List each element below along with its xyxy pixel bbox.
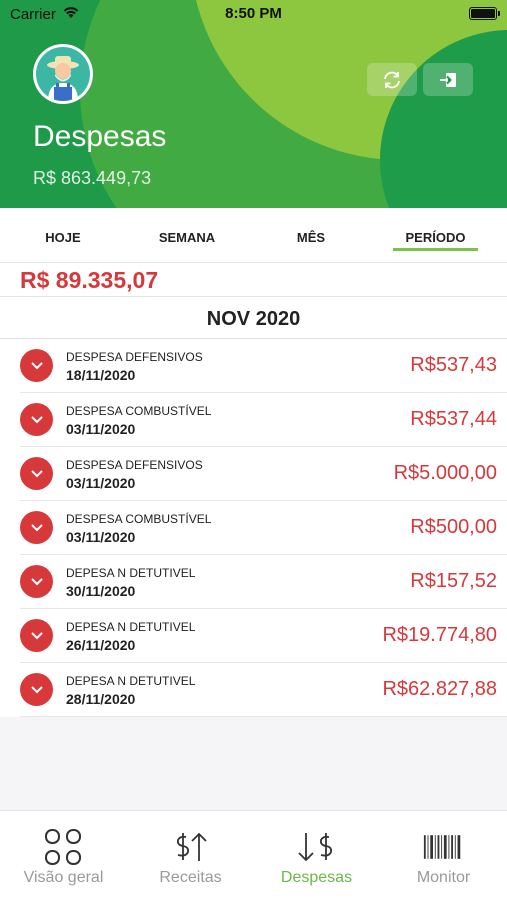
expense-name: DEPESA N DETUTIVEL (66, 674, 196, 688)
list-item[interactable]: DESPESA DEFENSIVOS 18/11/2020 R$537,43 (0, 339, 507, 393)
avatar[interactable] (33, 44, 93, 104)
battery-icon (469, 7, 500, 20)
expand-button[interactable] (20, 457, 53, 490)
period-tabs: HOJE SEMANA MÊS PERÍODO (0, 208, 507, 263)
barcode-icon (423, 827, 463, 867)
expense-amount: R$157,52 (410, 570, 497, 592)
nav-label: Receitas (159, 869, 222, 886)
tab-semana[interactable]: SEMANA (147, 230, 227, 245)
active-tab-indicator (393, 248, 478, 251)
expense-amount: R$62.827,88 (382, 678, 497, 700)
expand-button[interactable] (20, 403, 53, 436)
expense-name: DESPESA DEFENSIVOS (66, 458, 203, 472)
expense-date: 26/11/2020 (66, 637, 136, 653)
list-item[interactable]: DEPESA N DETUTIVEL 26/11/2020 R$19.774,8… (0, 609, 507, 663)
total-balance: R$ 863.449,73 (33, 168, 152, 188)
period-total: R$ 89.335,07 (0, 263, 507, 297)
nav-item-visao-geral[interactable]: Visão geral (0, 811, 127, 900)
header: Carrier 8:50 PM Despesas R$ 863.449,73 (0, 0, 507, 208)
period-total-amount: R$ 89.335,07 (20, 267, 159, 293)
status-time: 8:50 PM (225, 5, 282, 22)
tab-periodo[interactable]: PERÍODO (393, 230, 478, 245)
list-item[interactable]: DESPESA COMBUSTÍVEL 03/11/2020 R$500,00 (0, 501, 507, 555)
expense-list: DESPESA DEFENSIVOS 18/11/2020 R$537,43 D… (0, 339, 507, 717)
chevron-down-icon (30, 415, 43, 423)
expand-button[interactable] (20, 565, 53, 598)
expense-name: DESPESA DEFENSIVOS (66, 350, 203, 364)
expense-date: 18/11/2020 (66, 367, 136, 383)
expense-amount: R$537,43 (410, 354, 497, 376)
refresh-button[interactable] (367, 63, 417, 96)
expense-date: 28/11/2020 (66, 691, 136, 707)
chevron-down-icon (30, 577, 43, 585)
expand-button[interactable] (20, 349, 53, 382)
list-item[interactable]: DESPESA COMBUSTÍVEL 03/11/2020 R$537,44 (0, 393, 507, 447)
chevron-down-icon (30, 685, 43, 693)
nav-item-despesas[interactable]: Despesas (253, 811, 380, 900)
status-bar: Carrier 8:50 PM (0, 0, 507, 28)
nav-item-monitor[interactable]: Monitor (380, 811, 507, 900)
expense-amount: R$537,44 (410, 408, 497, 430)
tab-mes[interactable]: MÊS (276, 230, 346, 245)
expense-date: 03/11/2020 (66, 529, 136, 545)
refresh-icon (384, 71, 400, 88)
page-title: Despesas (33, 120, 167, 153)
logout-button[interactable] (423, 63, 473, 96)
month-header: NOV 2020 (0, 297, 507, 339)
expense-name: DESPESA COMBUSTÍVEL (66, 512, 212, 526)
chevron-down-icon (30, 631, 43, 639)
expense-date: 03/11/2020 (66, 421, 136, 437)
expand-button[interactable] (20, 673, 53, 706)
expand-button[interactable] (20, 619, 53, 652)
expense-date: 30/11/2020 (66, 583, 136, 599)
grid-icon (43, 827, 83, 867)
income-icon (170, 827, 210, 867)
expense-amount: R$5.000,00 (393, 462, 497, 484)
expense-icon (296, 827, 336, 867)
expense-date: 03/11/2020 (66, 475, 136, 491)
tab-hoje[interactable]: HOJE (28, 230, 98, 245)
expense-name: DESPESA COMBUSTÍVEL (66, 404, 212, 418)
bottom-nav: Visão geral Receitas Despesas Monitor (0, 810, 507, 900)
chevron-down-icon (30, 469, 43, 477)
list-item[interactable]: DEPESA N DETUTIVEL 28/11/2020 R$62.827,8… (0, 663, 507, 717)
nav-item-receitas[interactable]: Receitas (127, 811, 254, 900)
nav-label: Visão geral (23, 869, 104, 886)
expand-button[interactable] (20, 511, 53, 544)
farmer-avatar-icon (36, 47, 90, 101)
chevron-down-icon (30, 523, 43, 531)
list-item[interactable]: DESPESA DEFENSIVOS 03/11/2020 R$5.000,00 (0, 447, 507, 501)
expense-name: DEPESA N DETUTIVEL (66, 620, 196, 634)
expense-amount: R$500,00 (410, 516, 497, 538)
nav-label: Monitor (416, 869, 471, 886)
logout-icon (440, 72, 456, 87)
list-item[interactable]: DEPESA N DETUTIVEL 30/11/2020 R$157,52 (0, 555, 507, 609)
expense-name: DEPESA N DETUTIVEL (66, 566, 196, 580)
expense-amount: R$19.774,80 (382, 624, 497, 646)
chevron-down-icon (30, 361, 43, 369)
nav-label: Despesas (280, 869, 353, 886)
